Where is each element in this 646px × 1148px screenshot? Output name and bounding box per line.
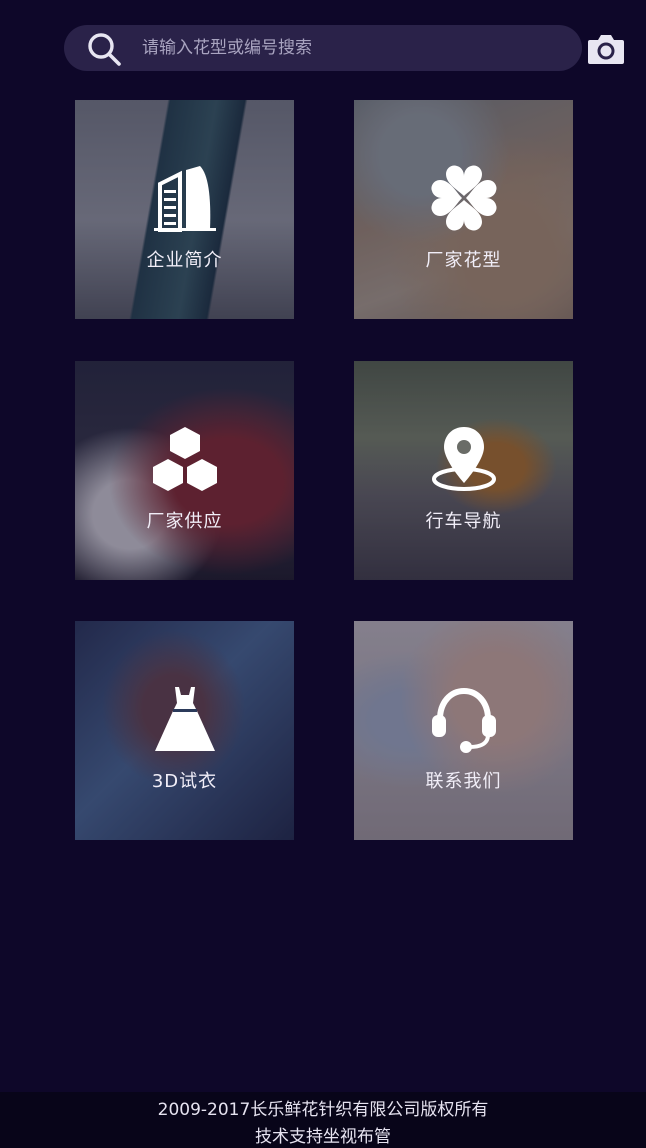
tile-label: 3D试衣 bbox=[151, 771, 218, 792]
hexagons-icon bbox=[152, 427, 217, 491]
search-icon[interactable] bbox=[86, 31, 122, 67]
building-icon bbox=[153, 166, 216, 232]
clover-icon bbox=[430, 165, 497, 231]
dress-icon bbox=[154, 687, 215, 751]
footer: 2009-2017长乐鲜花针织有限公司版权所有 技术支持坐视布管 bbox=[0, 1092, 646, 1148]
tile-label: 企业简介 bbox=[146, 250, 223, 271]
tile-3d-fitting[interactable]: 3D试衣 bbox=[75, 621, 294, 840]
tile-factory-patterns[interactable]: 厂家花型 bbox=[354, 100, 573, 319]
app-page: 企业简介 厂家花型 厂家供应 bbox=[0, 0, 646, 1148]
tile-navigation[interactable]: 行车导航 bbox=[354, 361, 573, 580]
camera-icon[interactable] bbox=[586, 31, 626, 67]
location-pin-icon bbox=[431, 427, 496, 491]
tile-label: 厂家供应 bbox=[146, 511, 223, 532]
tile-contact-us[interactable]: 联系我们 bbox=[354, 621, 573, 840]
search-input[interactable] bbox=[142, 33, 502, 63]
tile-factory-supply[interactable]: 厂家供应 bbox=[75, 361, 294, 580]
search-bar[interactable] bbox=[64, 25, 624, 71]
headset-icon bbox=[431, 687, 496, 753]
support-text: 技术支持坐视布管 bbox=[255, 1127, 391, 1147]
tile-company-profile[interactable]: 企业简介 bbox=[75, 100, 294, 319]
copyright-text: 2009-2017长乐鲜花针织有限公司版权所有 bbox=[157, 1100, 489, 1120]
tile-label: 联系我们 bbox=[425, 771, 502, 792]
tile-label: 行车导航 bbox=[425, 511, 502, 532]
tile-label: 厂家花型 bbox=[425, 250, 502, 271]
